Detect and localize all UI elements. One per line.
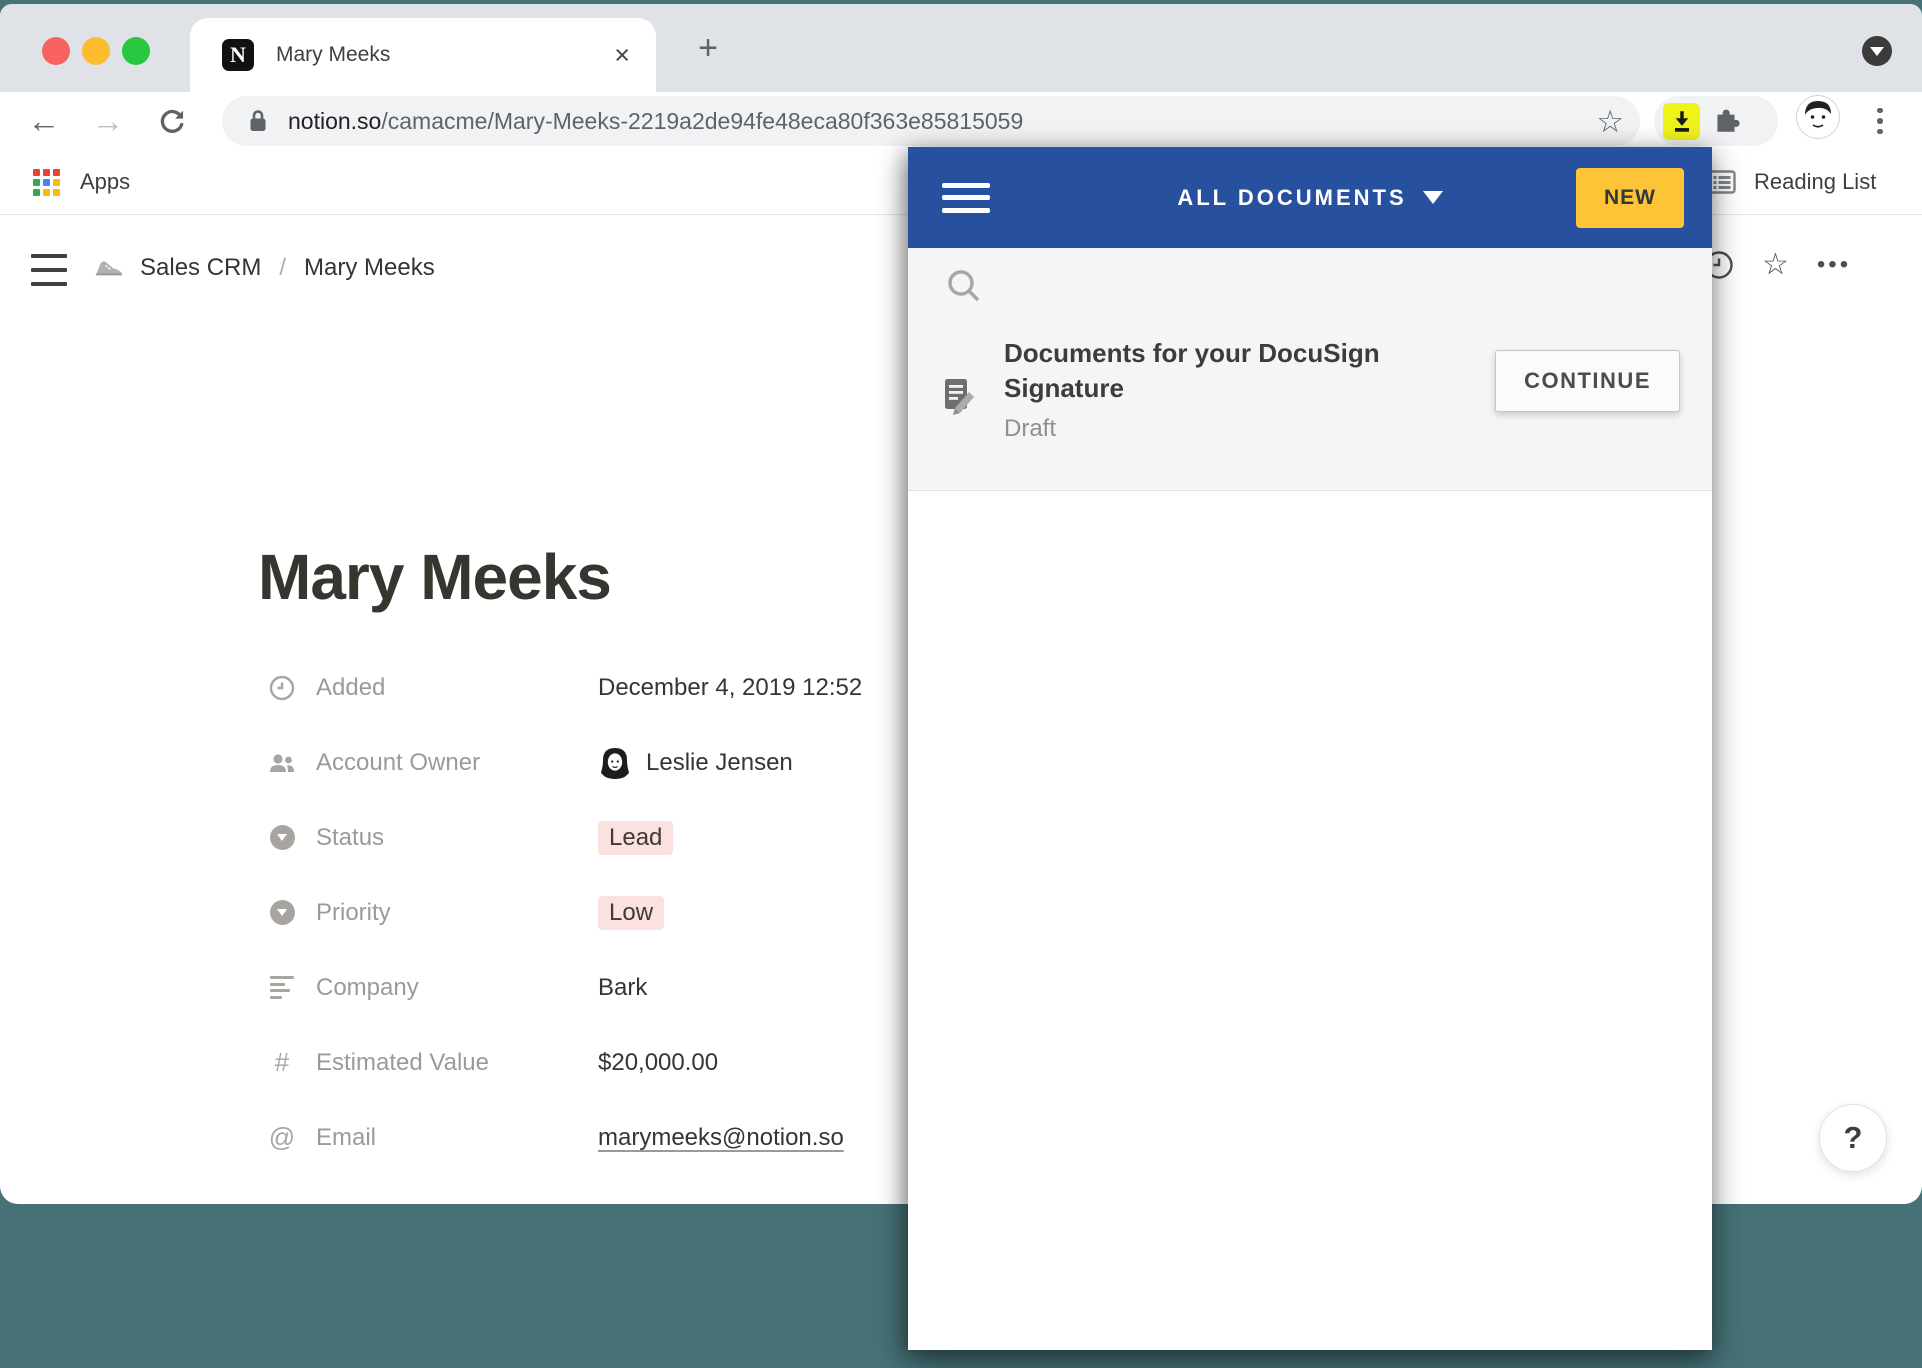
docusign-header: ALL DOCUMENTS NEW — [908, 147, 1712, 248]
people-icon — [267, 751, 297, 775]
search-icon[interactable] — [944, 266, 984, 306]
property-row-account-owner[interactable]: Account Owner Leslie Jensen — [267, 725, 862, 800]
property-value: Lead — [598, 821, 673, 855]
property-value: Bark — [598, 974, 647, 1002]
reload-button[interactable] — [152, 98, 192, 144]
browser-menu-button[interactable] — [1868, 99, 1892, 143]
property-list: Added December 4, 2019 12:52 Account Own… — [267, 650, 862, 1175]
select-icon — [267, 900, 297, 925]
browser-tab[interactable]: N Mary Meeks × — [190, 18, 656, 92]
reading-list-button[interactable]: Reading List — [1708, 150, 1876, 214]
at-icon: @ — [267, 1122, 297, 1153]
url-path: /camacme/Mary-Meeks-2219a2de94fe48eca80f… — [381, 108, 1023, 134]
notion-sidebar-toggle[interactable] — [31, 252, 67, 288]
reading-list-icon — [1708, 170, 1736, 194]
download-icon — [1669, 108, 1695, 134]
page-title: Mary Meeks — [258, 540, 611, 614]
browser-toolbar: ← → notion.so/camacme/Mary-Meeks-2219a2d… — [0, 92, 1922, 150]
breadcrumb-separator: / — [277, 254, 288, 282]
select-icon — [267, 825, 297, 850]
notion-page-actions: ☆ ••• — [1704, 250, 1851, 280]
tab-title: Mary Meeks — [276, 43, 614, 67]
property-label: Status — [316, 824, 598, 852]
property-row-status[interactable]: Status Lead — [267, 800, 862, 875]
property-value: Low — [598, 896, 664, 930]
docusign-panel: ALL DOCUMENTS NEW — [908, 147, 1712, 1350]
docusign-document-section: Documents for your DocuSign Signature Dr… — [908, 248, 1712, 491]
caret-down-icon — [1423, 191, 1443, 204]
property-value: $20,000.00 — [598, 1049, 718, 1077]
breadcrumb: Sales CRM / Mary Meeks — [94, 248, 435, 288]
sneaker-icon — [94, 255, 124, 281]
property-label: Added — [316, 674, 598, 702]
new-tab-button[interactable]: + — [686, 26, 730, 70]
property-value: December 4, 2019 12:52 — [598, 674, 862, 702]
email-link[interactable]: marymeeks@notion.so — [598, 1124, 844, 1152]
reload-icon — [156, 105, 188, 137]
address-bar[interactable]: notion.so/camacme/Mary-Meeks-2219a2de94f… — [222, 96, 1640, 146]
person-name: Leslie Jensen — [646, 749, 793, 777]
continue-button[interactable]: CONTINUE — [1495, 350, 1680, 412]
property-label: Email — [316, 1124, 598, 1152]
priority-badge: Low — [598, 896, 664, 930]
text-lines-icon — [267, 976, 297, 999]
documents-filter-label: ALL DOCUMENTS — [1177, 185, 1406, 211]
url-text: notion.so/camacme/Mary-Meeks-2219a2de94f… — [288, 108, 1596, 135]
apps-grid-icon — [33, 169, 60, 196]
property-row-estimated-value[interactable]: # Estimated Value $20,000.00 — [267, 1025, 862, 1100]
chevron-down-icon — [1870, 47, 1884, 56]
url-domain: notion.so — [288, 108, 381, 134]
document-title: Documents for your DocuSign Signature — [1004, 338, 1380, 403]
apps-label: Apps — [80, 169, 130, 195]
property-row-email[interactable]: @ Email marymeeks@notion.so — [267, 1100, 862, 1175]
download-extension-button[interactable] — [1663, 103, 1700, 140]
page-menu-icon[interactable]: ••• — [1817, 251, 1851, 279]
person-avatar — [598, 746, 632, 780]
status-badge: Lead — [598, 821, 673, 855]
draft-document-icon — [942, 378, 976, 416]
property-row-added[interactable]: Added December 4, 2019 12:52 — [267, 650, 862, 725]
tab-close-icon[interactable]: × — [614, 42, 630, 69]
help-button[interactable]: ? — [1819, 1104, 1887, 1172]
property-label: Company — [316, 974, 598, 1002]
favorite-star-icon[interactable]: ☆ — [1762, 250, 1789, 280]
hash-icon: # — [267, 1047, 297, 1078]
documents-filter-dropdown[interactable]: ALL DOCUMENTS — [908, 185, 1712, 211]
clock-icon — [267, 675, 297, 701]
property-row-priority[interactable]: Priority Low — [267, 875, 862, 950]
document-list-item[interactable]: Documents for your DocuSign Signature Dr… — [908, 336, 1712, 443]
forward-button[interactable]: → — [88, 98, 128, 144]
extensions-area — [1654, 96, 1778, 146]
property-label: Account Owner — [316, 749, 598, 777]
breadcrumb-page[interactable]: Mary Meeks — [304, 254, 435, 282]
screen: N Mary Meeks × + ← → — [0, 0, 1922, 1368]
profile-avatar[interactable] — [1796, 95, 1840, 139]
property-label: Priority — [316, 899, 598, 927]
property-value: Leslie Jensen — [598, 746, 793, 780]
document-info: Documents for your DocuSign Signature Dr… — [1004, 336, 1444, 443]
minimize-window-button[interactable] — [82, 37, 110, 65]
notion-favicon-icon: N — [222, 39, 254, 71]
maximize-window-button[interactable] — [122, 37, 150, 65]
tab-search-button[interactable] — [1862, 36, 1892, 66]
reading-list-label: Reading List — [1754, 169, 1876, 195]
close-window-button[interactable] — [42, 37, 70, 65]
lock-icon — [246, 108, 270, 134]
property-label: Estimated Value — [316, 1049, 598, 1077]
bookmark-apps[interactable]: Apps — [33, 150, 130, 214]
property-row-company[interactable]: Company Bark — [267, 950, 862, 1025]
back-button[interactable]: ← — [24, 98, 64, 144]
extensions-puzzle-icon[interactable] — [1711, 106, 1741, 136]
document-status: Draft — [1004, 415, 1444, 443]
breadcrumb-workspace[interactable]: Sales CRM — [140, 254, 261, 282]
tab-strip: N Mary Meeks × + — [0, 4, 1922, 92]
bookmark-star-icon[interactable]: ☆ — [1596, 106, 1624, 137]
